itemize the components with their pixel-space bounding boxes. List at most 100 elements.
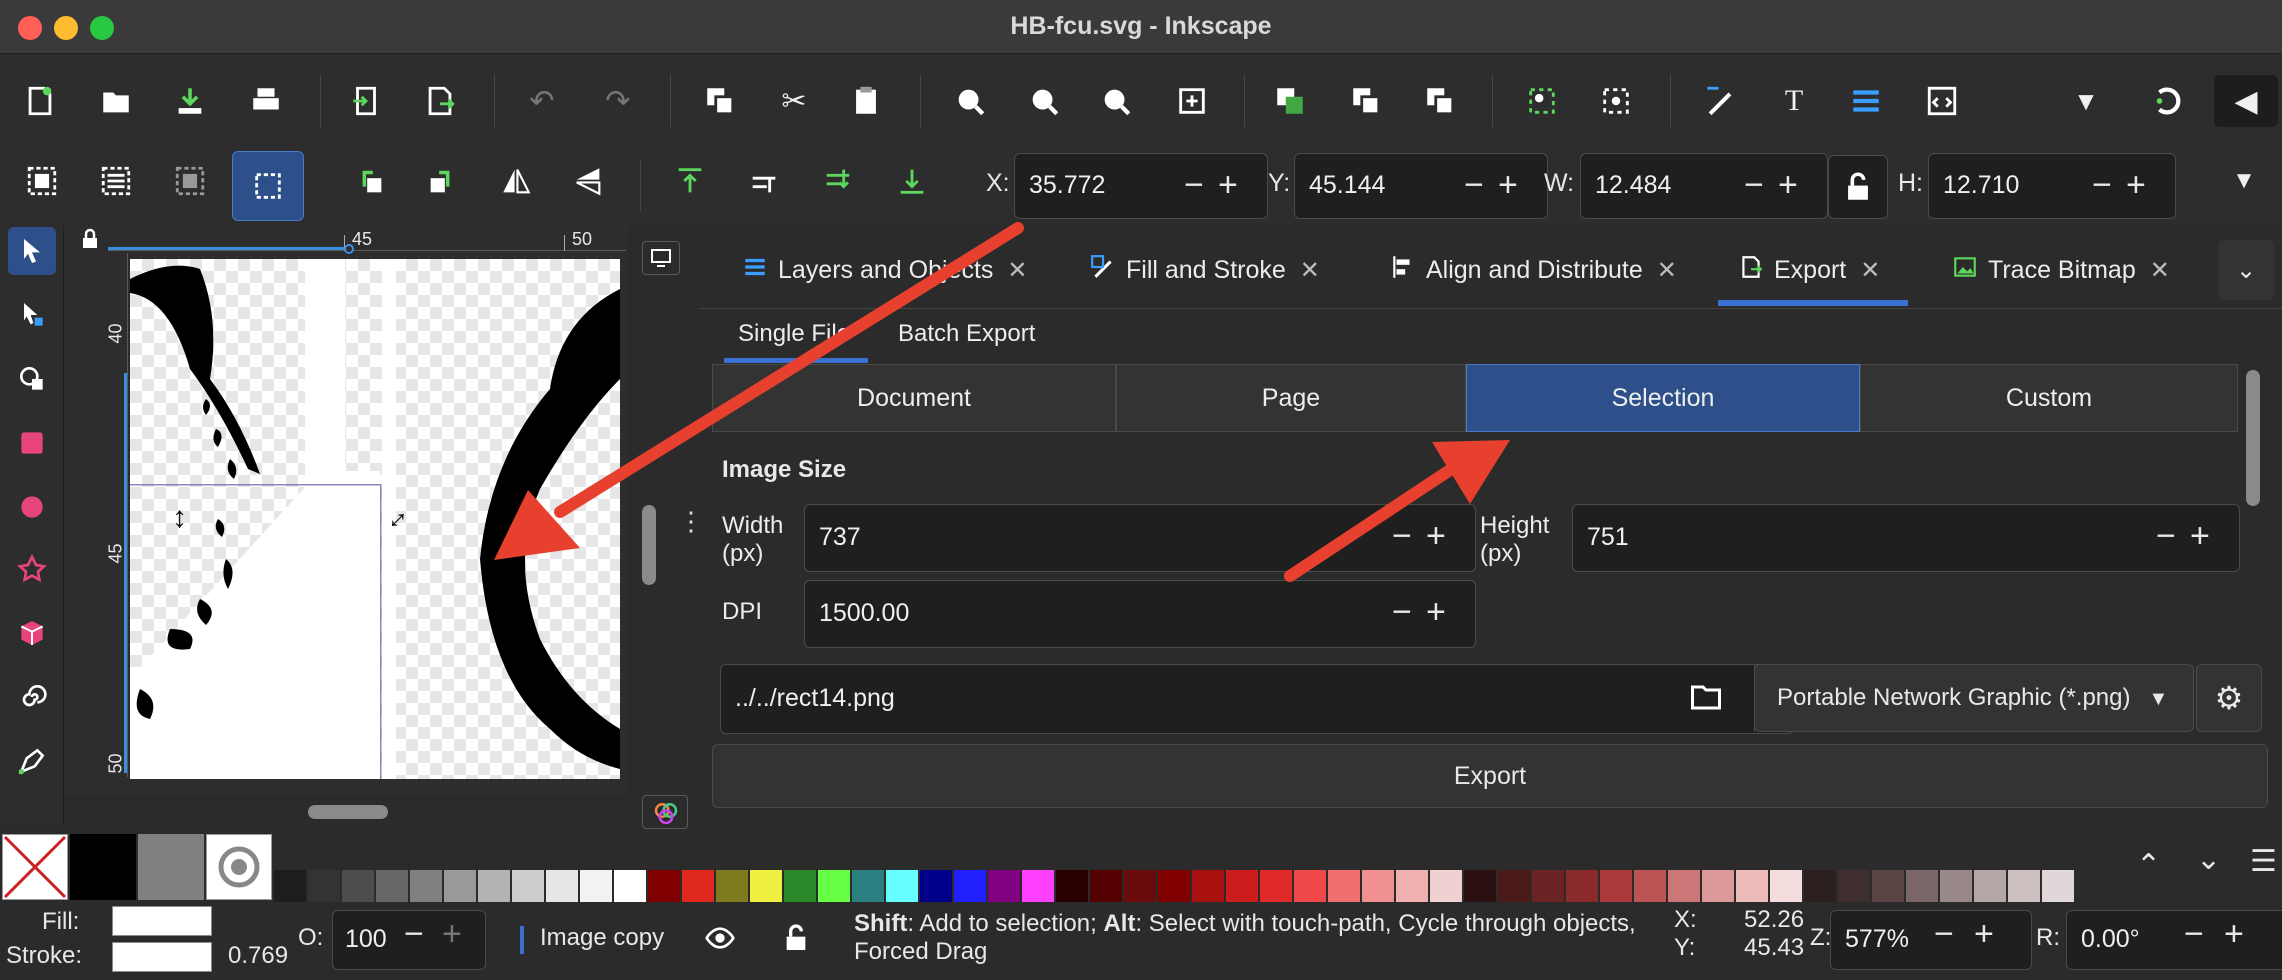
zoom-out-button[interactable]: −: [1934, 902, 1954, 966]
zoom-field[interactable]: 577%: [1830, 910, 2032, 970]
color-swatch[interactable]: [342, 870, 374, 902]
zoom-selection-icon[interactable]: [944, 75, 996, 127]
color-swatch[interactable]: [818, 870, 850, 902]
color-swatch[interactable]: [546, 870, 578, 902]
snap-menu-collapse-icon[interactable]: ◀: [2214, 75, 2278, 127]
color-swatch[interactable]: [614, 870, 646, 902]
open-file-icon[interactable]: [90, 75, 142, 127]
color-swatch[interactable]: [1022, 870, 1054, 902]
scale-handle-vertical-icon[interactable]: ↕: [172, 501, 187, 535]
drawing-canvas[interactable]: ↕ ↕: [130, 259, 620, 779]
width-field[interactable]: 737: [804, 504, 1476, 572]
height-decrement-button[interactable]: −: [2156, 504, 2176, 568]
clone-icon[interactable]: [1340, 75, 1392, 127]
color-swatch[interactable]: [1872, 870, 1904, 902]
display-mode-icon[interactable]: [642, 241, 680, 275]
dpi-increment-button[interactable]: +: [1426, 580, 1446, 644]
width-decrement-button[interactable]: −: [1392, 504, 1412, 568]
color-swatch[interactable]: [1430, 870, 1462, 902]
area-selection-button[interactable]: Selection: [1466, 364, 1860, 432]
export-file-icon[interactable]: [414, 75, 466, 127]
color-swatch[interactable]: [750, 870, 782, 902]
import-icon[interactable]: [340, 75, 392, 127]
tab-align-and-distribute[interactable]: Align and Distribute ✕: [1390, 232, 1677, 308]
zoom-drawing-icon[interactable]: [1018, 75, 1070, 127]
color-swatch[interactable]: [1940, 870, 1972, 902]
color-swatch[interactable]: [206, 834, 272, 900]
close-tab-icon[interactable]: ✕: [1657, 256, 1677, 285]
lock-proportions-icon[interactable]: [1828, 155, 1888, 219]
fill-indicator[interactable]: [112, 906, 212, 936]
y-increment-button[interactable]: +: [1498, 153, 1518, 217]
opacity-decrement-button[interactable]: −: [404, 902, 424, 966]
rotation-decrement-button[interactable]: −: [2184, 902, 2204, 966]
h-decrement-button[interactable]: −: [2092, 153, 2112, 217]
selector-tool-icon[interactable]: [8, 227, 56, 275]
cut-icon[interactable]: ✂: [768, 75, 820, 127]
color-swatch[interactable]: [1498, 870, 1530, 902]
horizontal-scrollbar[interactable]: [308, 805, 388, 819]
color-swatch[interactable]: [1906, 870, 1938, 902]
snap-toggle-icon[interactable]: [2142, 75, 2194, 127]
copy-icon[interactable]: [694, 75, 746, 127]
color-swatch[interactable]: [1770, 870, 1802, 902]
color-swatch[interactable]: [988, 870, 1020, 902]
color-swatch[interactable]: [444, 870, 476, 902]
dpi-field[interactable]: 1500.00: [804, 580, 1476, 648]
color-swatch[interactable]: [954, 870, 986, 902]
color-management-icon[interactable]: [642, 795, 688, 829]
visibility-eye-icon[interactable]: [704, 922, 740, 958]
fill-stroke-toolbar-icon[interactable]: [1694, 75, 1746, 127]
close-tab-icon[interactable]: ✕: [1300, 256, 1320, 285]
node-tool-icon[interactable]: [8, 291, 56, 339]
w-increment-button[interactable]: +: [1778, 153, 1798, 217]
zoom-in-button[interactable]: +: [1974, 902, 1994, 966]
color-swatch[interactable]: [1260, 870, 1292, 902]
color-swatch[interactable]: [308, 870, 340, 902]
x-decrement-button[interactable]: −: [1184, 153, 1204, 217]
tab-fill-and-stroke[interactable]: Fill and Stroke ✕: [1090, 232, 1320, 308]
dialog-scrollbar[interactable]: [2246, 370, 2260, 506]
color-swatch[interactable]: [580, 870, 612, 902]
pen-tool-icon[interactable]: [8, 737, 56, 785]
unlink-clone-icon[interactable]: [1414, 75, 1466, 127]
width-increment-button[interactable]: +: [1426, 504, 1446, 568]
close-tab-icon[interactable]: ✕: [1860, 256, 1880, 285]
color-swatch[interactable]: [2042, 870, 2074, 902]
rotate-ccw-icon[interactable]: [344, 155, 396, 207]
raise-to-top-icon[interactable]: [664, 155, 716, 207]
height-field[interactable]: 751: [1572, 504, 2240, 572]
tab-export[interactable]: Export ✕: [1738, 232, 1880, 308]
color-swatch[interactable]: [1362, 870, 1394, 902]
rectangle-tool-icon[interactable]: [8, 419, 56, 467]
star-tool-icon[interactable]: [8, 545, 56, 593]
raise-icon[interactable]: [738, 155, 790, 207]
tab-trace-bitmap[interactable]: Trace Bitmap ✕: [1952, 232, 2170, 308]
color-swatch[interactable]: [784, 870, 816, 902]
flip-vertical-icon[interactable]: [562, 155, 614, 207]
group-icon[interactable]: [1516, 75, 1568, 127]
color-swatch[interactable]: [1566, 870, 1598, 902]
y-decrement-button[interactable]: −: [1464, 153, 1484, 217]
no-paint-swatch[interactable]: [2, 834, 68, 900]
select-all-layers-icon[interactable]: [90, 155, 142, 207]
palette-menu-icon[interactable]: ☰: [2250, 844, 2277, 879]
close-tab-icon[interactable]: ✕: [1007, 256, 1027, 285]
spiral-tool-icon[interactable]: [8, 673, 56, 721]
dialog-drag-handle[interactable]: ⋮: [678, 508, 704, 546]
color-swatch[interactable]: [1464, 870, 1496, 902]
guide-lock-icon[interactable]: [78, 227, 104, 251]
tab-layers-and-objects[interactable]: Layers and Objects ✕: [742, 232, 1028, 308]
zoom-page-icon[interactable]: [1090, 75, 1142, 127]
color-swatch[interactable]: [1328, 870, 1360, 902]
3d-box-tool-icon[interactable]: [8, 609, 56, 657]
touch-selection-toggle-icon[interactable]: [232, 151, 304, 221]
save-icon[interactable]: [164, 75, 216, 127]
subtab-single-file[interactable]: Single File: [738, 320, 850, 348]
color-swatch[interactable]: [852, 870, 884, 902]
color-swatch[interactable]: [1226, 870, 1258, 902]
palette-scroll-up-icon[interactable]: ⌃: [2136, 848, 2161, 883]
rotate-cw-icon[interactable]: [416, 155, 468, 207]
color-swatch[interactable]: [716, 870, 748, 902]
color-swatch[interactable]: [920, 870, 952, 902]
